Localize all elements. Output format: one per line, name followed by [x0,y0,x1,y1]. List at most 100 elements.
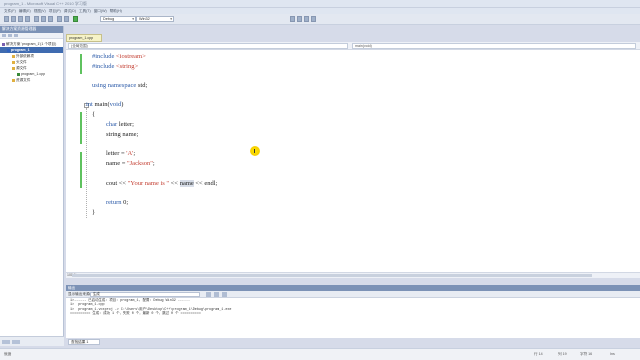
string-token: <string> [116,63,139,70]
tab-program-1-cpp[interactable]: program_1.cpp [66,34,102,42]
solution-config-select[interactable]: Debug [100,16,136,22]
code-token: std; [137,82,148,89]
code-token: << [169,180,180,187]
keyword-token: return [106,199,124,206]
code-token: ) [121,101,124,108]
code-line[interactable]: letter = 'A'; [106,150,135,158]
title-bar: program_1 - Microsoft Visual C++ 2010 学习… [0,0,640,8]
redo-icon[interactable] [64,16,69,22]
find-in-output-icon[interactable] [206,292,211,297]
code-token: ; [133,150,136,157]
save-icon[interactable] [18,16,23,22]
code-line[interactable]: string name; [106,131,138,139]
solution-tree: 解决方案 'program_1'(1 个项目) program_1 外部依赖项 头文件… [0,39,63,83]
keyword-token: char [106,121,119,128]
code-token: letter; [118,121,134,128]
change-marker [80,152,82,188]
cut-icon[interactable] [34,16,39,22]
navigation-bar: (全局范围) main(void) [66,42,640,50]
tree-item-label: 源文件 [16,66,27,70]
start-debugging-icon[interactable] [73,16,78,22]
window-title: program_1 - Microsoft Visual C++ 2010 学习… [4,1,87,6]
mouse-cursor-highlight [250,146,260,156]
undo-icon[interactable] [57,16,62,22]
tab-solution-explorer[interactable] [2,340,10,344]
code-line[interactable]: #include <string> [92,63,138,71]
status-bar: 就绪 行 14 列 19 字符 16 Ins [0,348,640,360]
code-editor[interactable]: − #include <iostream> #include <string> us… [66,50,640,272]
code-token: cout << [106,180,128,187]
open-file-icon[interactable] [11,16,16,22]
code-line[interactable]: } [92,209,95,217]
tree-item-label: 头文件 [16,60,27,64]
string-token: <iostream> [116,53,146,60]
solution-explorer-icon[interactable] [297,16,302,22]
save-all-icon[interactable] [25,16,30,22]
code-line[interactable]: using namespace std; [92,82,147,90]
folder-icon [2,42,5,46]
properties-icon[interactable] [304,16,309,22]
menu-item[interactable]: 项目(P) [49,9,61,14]
folder-icon [7,48,10,52]
new-project-icon[interactable] [4,16,9,22]
menu-item[interactable]: 文件(F) [4,9,16,14]
menu-item[interactable]: 调试(D) [64,9,76,14]
copy-icon[interactable] [41,16,46,22]
tree-item-label: program_1 [11,48,30,52]
code-token: letter = [106,150,127,157]
paste-icon[interactable] [48,16,53,22]
show-all-files-icon[interactable] [8,34,12,37]
folder-icon [12,60,15,64]
keyword-token: void [109,101,122,108]
insert-mode: Ins [610,352,615,356]
menu-item[interactable]: 视图(V) [34,9,46,14]
word-wrap-icon[interactable] [222,292,227,297]
scrollbar-thumb[interactable] [72,274,592,277]
horizontal-scrollbar[interactable]: 100 % [66,272,640,278]
clear-output-icon[interactable] [214,292,219,297]
solution-explorer: 解决方案资源管理器 解决方案 'program_1'(1 个项目) program… [0,26,64,346]
output-text[interactable]: 1>------ 已启动生成: 项目: program_1, 配置: Debug… [66,298,640,338]
code-line[interactable]: cout << "Your name is " << name << endl; [106,180,217,188]
column-indicator: 列 19 [558,352,567,356]
tree-item-label: 外部依赖项 [16,54,34,58]
string-token: "Jackson" [127,160,153,167]
menu-item[interactable]: 窗口(W) [94,9,107,14]
properties-icon[interactable] [2,34,6,37]
menu-item[interactable]: 帮助(H) [110,9,122,14]
refresh-icon[interactable] [14,34,18,37]
code-line[interactable]: return 0; [106,199,128,207]
tree-item[interactable]: 资源文件 [0,77,63,83]
line-indicator: 行 14 [534,352,543,356]
code-line[interactable]: { [92,111,95,119]
code-line[interactable]: #include <iostream> [92,53,146,61]
code-token: << endl; [193,180,218,187]
solution-platform-select[interactable]: Win32 [136,16,174,22]
tab-class-view[interactable] [12,340,20,344]
tree-item-label: 资源文件 [16,78,31,82]
code-token: main( [94,101,110,108]
code-token: string name; [106,131,139,138]
code-line[interactable]: char letter; [106,121,134,129]
menu-item[interactable]: 编辑(E) [19,9,31,14]
code-line[interactable]: name = "Jackson"; [106,160,155,168]
code-token: } [92,209,96,216]
toolbar: Debug Win32 [0,14,640,25]
code-line[interactable]: int main(void) [86,101,123,109]
folder-icon [12,66,15,70]
change-marker [80,112,82,144]
keyword-token: #include [92,63,117,70]
member-select[interactable]: main(void) [352,43,636,49]
scope-select[interactable]: (全局范围) [68,43,348,49]
menu-item[interactable]: 工具(T) [79,9,91,14]
tree-item-label: program_1.cpp [21,72,46,76]
left-panel-tabs [0,336,64,346]
output-toolbar: 显示输出来源(S): 生成 [66,291,640,298]
tab-find-results[interactable]: 查找结果 1 [68,339,100,345]
keyword-token: using namespace [92,82,138,89]
status-text: 就绪 [4,352,12,356]
toolbox-icon[interactable] [311,16,316,22]
output-source-select[interactable]: 生成 [90,292,200,297]
find-icon[interactable] [290,16,295,22]
output-line: ========== 生成: 成功 1 个，失败 0 个，最新 0 个，跳过 0… [70,312,201,317]
